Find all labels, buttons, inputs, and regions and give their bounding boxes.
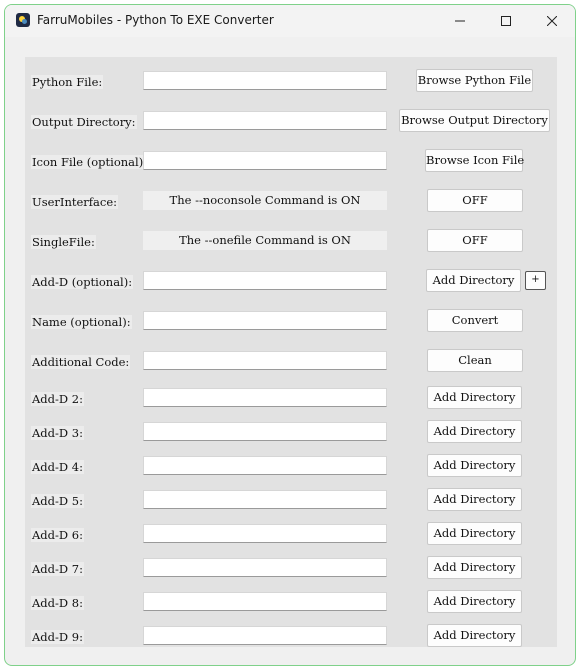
add-d-2-label: Add-D 2: [31, 392, 84, 406]
python-file-row: Python File: Browse Python File [25, 69, 557, 95]
name-input[interactable] [143, 311, 387, 330]
noconsole-toggle-button[interactable]: OFF [427, 189, 523, 212]
add-d-5-label: Add-D 5: [31, 494, 84, 508]
add-directory-8-button[interactable]: Add Directory [427, 590, 522, 613]
name-row: Name (optional): Convert [25, 309, 557, 335]
maximize-icon [501, 16, 511, 26]
clean-button[interactable]: Clean [427, 349, 523, 372]
maximize-button[interactable] [483, 5, 529, 37]
user-interface-label: UserInterface: [31, 195, 119, 209]
add-directory-6-button[interactable]: Add Directory [427, 522, 522, 545]
add-directory-9-button[interactable]: Add Directory [427, 624, 522, 647]
minimize-icon [455, 20, 465, 22]
python-app-icon [16, 13, 30, 27]
icon-file-input[interactable] [143, 151, 387, 170]
close-icon [547, 16, 557, 26]
title-bar[interactable]: FarruMobiles - Python To EXE Converter [5, 5, 575, 37]
add-more-directories-button[interactable]: + [525, 271, 546, 290]
add-d-7-row: Add-D 7: Add Directory [25, 556, 557, 582]
add-d-7-label: Add-D 7: [31, 562, 84, 576]
icon-file-row: Icon File (optional): Browse Icon File [25, 149, 557, 175]
icon-file-label: Icon File (optional): [31, 155, 149, 169]
add-d-2-input[interactable] [143, 388, 387, 407]
add-d-4-label: Add-D 4: [31, 460, 84, 474]
add-d-3-input[interactable] [143, 422, 387, 441]
add-d-9-row: Add-D 9: Add Directory [25, 624, 557, 650]
add-d-8-input[interactable] [143, 592, 387, 611]
add-d-8-label: Add-D 8: [31, 596, 84, 610]
add-d-9-input[interactable] [143, 626, 387, 645]
add-directory-5-button[interactable]: Add Directory [427, 488, 522, 511]
python-file-input[interactable] [143, 71, 387, 90]
add-d-8-row: Add-D 8: Add Directory [25, 590, 557, 616]
app-window: FarruMobiles - Python To EXE Converter P… [4, 4, 576, 666]
add-directory-3-button[interactable]: Add Directory [427, 420, 522, 443]
additional-code-label: Additional Code: [31, 355, 131, 369]
additional-code-input[interactable] [143, 351, 387, 370]
add-directory-4-button[interactable]: Add Directory [427, 454, 522, 477]
convert-button[interactable]: Convert [427, 309, 523, 332]
add-d-6-input[interactable] [143, 524, 387, 543]
add-d-4-input[interactable] [143, 456, 387, 475]
add-d-label: Add-D (optional): [31, 275, 134, 289]
window-title: FarruMobiles - Python To EXE Converter [37, 13, 274, 27]
form-panel: Python File: Browse Python File Output D… [25, 57, 557, 647]
onefile-status: The --onefile Command is ON [143, 231, 387, 250]
additional-code-row: Additional Code: Clean [25, 349, 557, 375]
add-directory-button[interactable]: Add Directory [426, 269, 521, 292]
close-button[interactable] [529, 5, 575, 37]
browse-python-file-button[interactable]: Browse Python File [416, 69, 533, 92]
add-d-6-row: Add-D 6: Add Directory [25, 522, 557, 548]
add-d-9-label: Add-D 9: [31, 630, 84, 644]
python-file-label: Python File: [31, 75, 104, 89]
minimize-button[interactable] [437, 5, 483, 37]
onefile-toggle-button[interactable]: OFF [427, 229, 523, 252]
output-directory-input[interactable] [143, 111, 387, 130]
add-d-7-input[interactable] [143, 558, 387, 577]
add-d-6-label: Add-D 6: [31, 528, 84, 542]
user-interface-row: UserInterface: The --noconsole Command i… [25, 189, 557, 215]
single-file-label: SingleFile: [31, 235, 96, 249]
add-d-input[interactable] [143, 271, 387, 290]
add-d-2-row: Add-D 2: Add Directory [25, 386, 557, 412]
add-d-row: Add-D (optional): Add Directory + [25, 269, 557, 295]
add-d-3-row: Add-D 3: Add Directory [25, 420, 557, 446]
add-d-5-row: Add-D 5: Add Directory [25, 488, 557, 514]
browse-output-directory-button[interactable]: Browse Output Directory [399, 109, 550, 132]
name-label: Name (optional): [31, 315, 132, 329]
add-d-4-row: Add-D 4: Add Directory [25, 454, 557, 480]
output-directory-label: Output Directory: [31, 115, 137, 129]
single-file-row: SingleFile: The --onefile Command is ON … [25, 229, 557, 255]
output-directory-row: Output Directory: Browse Output Director… [25, 109, 557, 135]
add-d-3-label: Add-D 3: [31, 426, 84, 440]
add-directory-2-button[interactable]: Add Directory [427, 386, 522, 409]
browse-icon-file-button[interactable]: Browse Icon File [425, 149, 524, 172]
add-directory-7-button[interactable]: Add Directory [427, 556, 522, 579]
noconsole-status: The --noconsole Command is ON [143, 191, 387, 210]
add-d-5-input[interactable] [143, 490, 387, 509]
